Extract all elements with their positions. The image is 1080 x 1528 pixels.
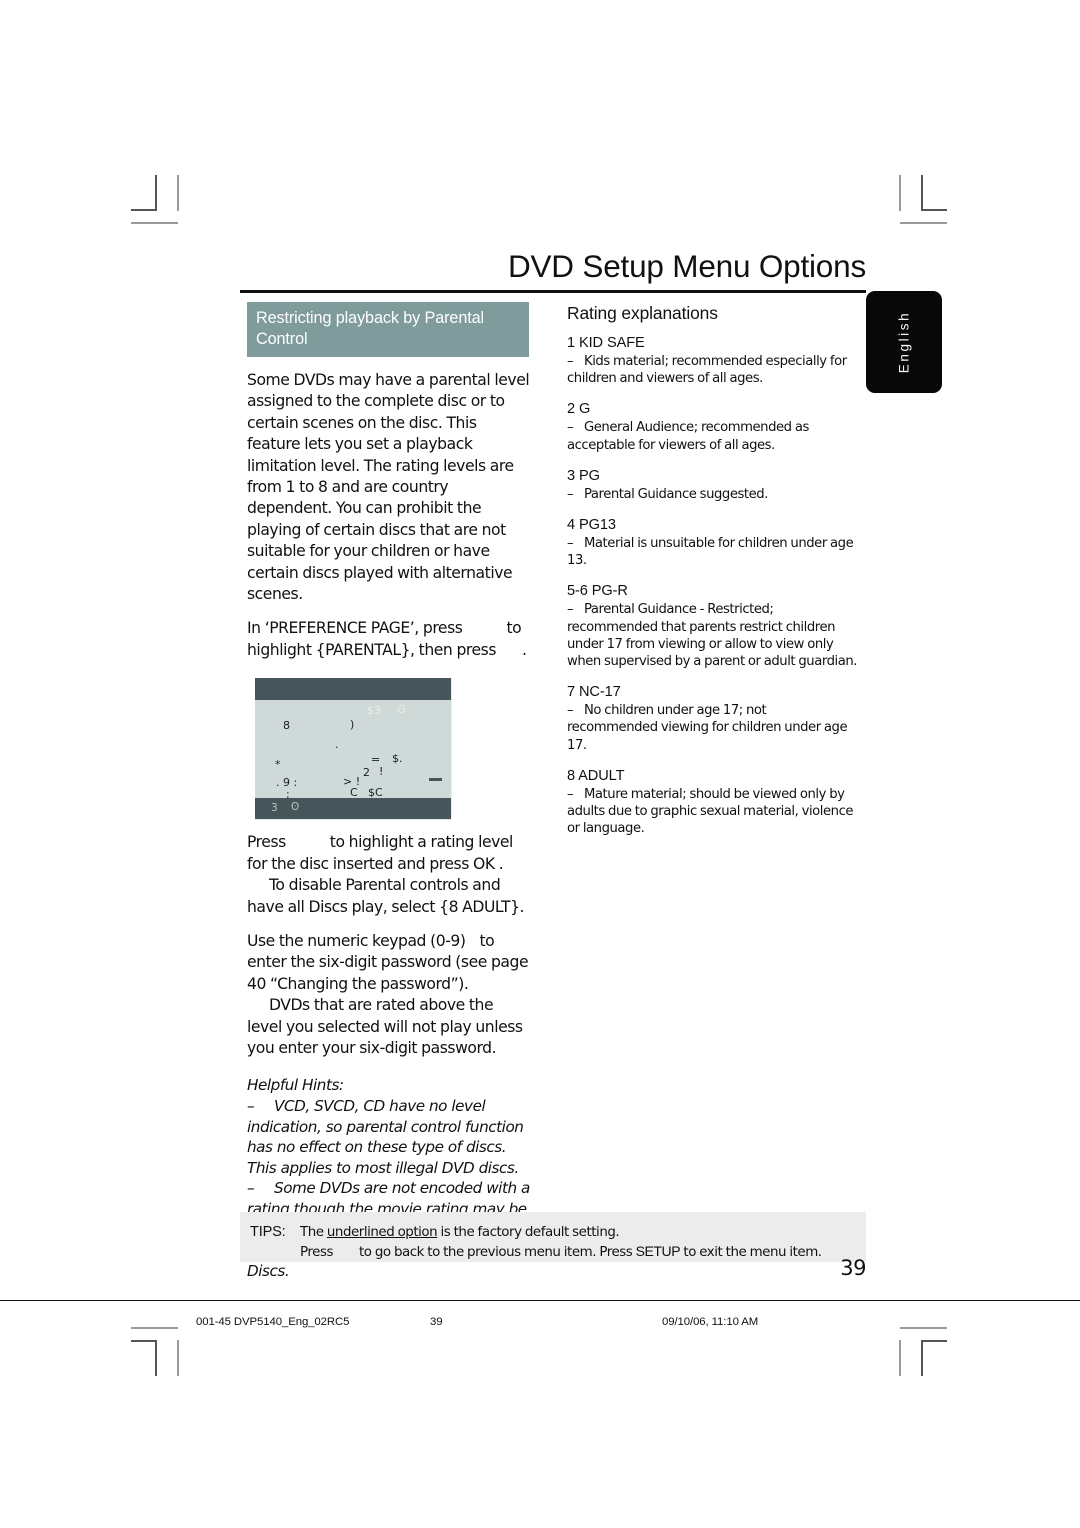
paragraph-preference-page-c: . — [522, 640, 527, 659]
hint-dash-2: – — [247, 1179, 255, 1198]
rating-description: – General Audience; recommended as accept… — [567, 419, 857, 453]
manual-page: DVD Setup Menu Options English Restricti… — [0, 0, 1080, 1528]
rating-explanations-title: Rating explanations — [567, 303, 718, 323]
rating-head: 5-6 PG-R — [567, 583, 628, 600]
rating-head: 3 PG — [567, 467, 600, 484]
rating-description: – Kids material; recommended especially f… — [567, 353, 857, 387]
rating-dash: – — [567, 420, 574, 436]
osd-glyph: . — [335, 738, 339, 752]
rating-description: – Mature material; should be viewed only … — [567, 786, 857, 838]
rating-description: – Parental Guidance - Restricted; recomme… — [567, 601, 857, 670]
right-column: Rating explanations 1 KID SAFE – Kids mate… — [567, 302, 857, 850]
osd-glyph: ʘ — [397, 703, 406, 717]
tips-label: TIPS: — [250, 1224, 286, 1240]
rating-description: – Parental Guidance suggested. — [567, 486, 857, 503]
page-title: DVD Setup Menu Options — [507, 248, 866, 284]
osd-glyph: 2 — [363, 766, 370, 780]
section-heading: Restricting playback by Parental Control — [247, 302, 529, 357]
rating-description: – No children under age 17; not recommend… — [567, 702, 857, 754]
rating-head: 1 KID SAFE — [567, 335, 645, 351]
tips-line-1-post: is the factory default setting. — [437, 1225, 620, 1240]
rating-description: – Material is unsuitable for children und… — [567, 535, 857, 569]
rating-dash: – — [567, 354, 574, 369]
osd-glyph: $3 — [367, 704, 381, 718]
rating-description-text: Mature material; should be viewed only b… — [567, 786, 854, 837]
osd-screenshot-parental-menu: $3 ʘ 8). = $. * 2!. 9 : > !; C $C 3ʘ — [255, 678, 451, 820]
osd-glyph: ) — [350, 718, 355, 732]
rating-description-text: Parental Guidance suggested. — [584, 486, 768, 502]
paragraph-press-highlight: Press to highlight a rating level for the… — [247, 832, 531, 918]
paragraph-preference-page-a: In ‘PREFERENCE PAGE’, press — [247, 619, 463, 638]
rating-description-text: Material is unsuitable for children unde… — [567, 536, 854, 569]
osd-glyph: ! — [379, 765, 384, 779]
paragraph-overview: Some DVDs may have a parental level assi… — [247, 371, 530, 604]
paragraph-preference-page: In ‘PREFERENCE PAGE’, press to highlight … — [247, 618, 531, 661]
rating-block: 4 PG13– Material is unsuitable for childr… — [567, 516, 857, 569]
osd-glyph: $. — [392, 752, 403, 766]
osd-status-bar: 3ʘ — [255, 798, 451, 820]
slug-page-number: 39 — [430, 1316, 443, 1328]
rating-head: 7 NC-17 — [567, 684, 621, 701]
tips-line-1-pre: The — [300, 1225, 327, 1240]
tips-line-1: The underlined option is the factory def… — [300, 1225, 620, 1240]
left-column: Restricting playback by Parental Control… — [247, 302, 531, 1281]
rating-dash: – — [567, 703, 574, 719]
osd-title-bar — [255, 678, 451, 701]
paragraph-press-highlight-b: to highlight a rating level for the disc… — [247, 833, 513, 873]
rating-dash: – — [567, 486, 574, 502]
rating-block: 1 KID SAFE – Kids material; recommended es… — [567, 334, 857, 387]
rating-head: 4 PG13 — [567, 517, 616, 534]
paragraph-numeric-keypad: Use the numeric keypad (0-9) to enter the… — [247, 931, 531, 1059]
rating-dash: – — [567, 536, 574, 552]
rating-head: 2 G — [567, 401, 591, 418]
rating-list: 1 KID SAFE – Kids material; recommended es… — [567, 334, 857, 837]
helpful-hints-title: Helpful Hints: — [247, 1076, 344, 1095]
osd-scroll-indicator — [429, 778, 442, 782]
rating-description-text: General Audience; recommended as accepta… — [567, 420, 809, 453]
paragraph-numeric-keypad-a: Use the numeric keypad (0-9) — [247, 931, 466, 950]
slug-rule — [0, 1300, 1080, 1302]
paragraph-press-highlight-a: Press — [247, 833, 286, 852]
rating-block: 2 G – General Audience; recommended as acc… — [567, 400, 857, 453]
rating-block: 3 PG – Parental Guidance suggested. — [567, 467, 857, 503]
hint-dash-1: – — [247, 1096, 255, 1115]
rating-description-text: No children under age 17; not recommende… — [567, 703, 848, 753]
rating-description-text: Parental Guidance - Restricted; recommen… — [567, 602, 858, 670]
tips-underlined-option: underlined option — [326, 1225, 438, 1240]
helpful-hint-1: VCD, SVCD, CD have no level indication, … — [247, 1096, 524, 1177]
osd-status-glyph: ʘ — [291, 801, 300, 814]
rating-block: 7 NC-17– No children under age 17; not re… — [567, 683, 857, 754]
paragraph-disable-parental: To disable Parental controls and have al… — [247, 876, 525, 916]
rating-block: 5-6 PG-R – Parental Guidance - Restricted;… — [567, 582, 857, 670]
tips-box: TIPS: The underlined option is the facto… — [240, 1212, 866, 1262]
rating-block: 8 ADULT – Mature material; should be viewe… — [567, 767, 857, 838]
osd-status-glyph: 3 — [271, 802, 278, 815]
paragraph-rated-above-level: DVDs that are rated above the level you … — [247, 996, 523, 1057]
slug-timestamp: 09/10/06, 11:10 AM — [662, 1316, 759, 1328]
slug-filename: 001-45 DVP5140_Eng_02RC5 — [196, 1316, 350, 1328]
language-tab-label: English — [896, 310, 912, 374]
header-rule — [240, 290, 866, 293]
rating-dash: – — [567, 602, 574, 618]
language-tab-english: English — [866, 291, 942, 393]
page-number: 39 — [840, 1256, 866, 1280]
rating-description-text: Kids material; recommended especially fo… — [567, 354, 847, 387]
osd-glyph: * — [275, 758, 281, 772]
rating-head: 8 ADULT — [567, 767, 625, 784]
osd-glyph: 8 — [283, 719, 290, 733]
rating-dash: – — [567, 786, 574, 802]
